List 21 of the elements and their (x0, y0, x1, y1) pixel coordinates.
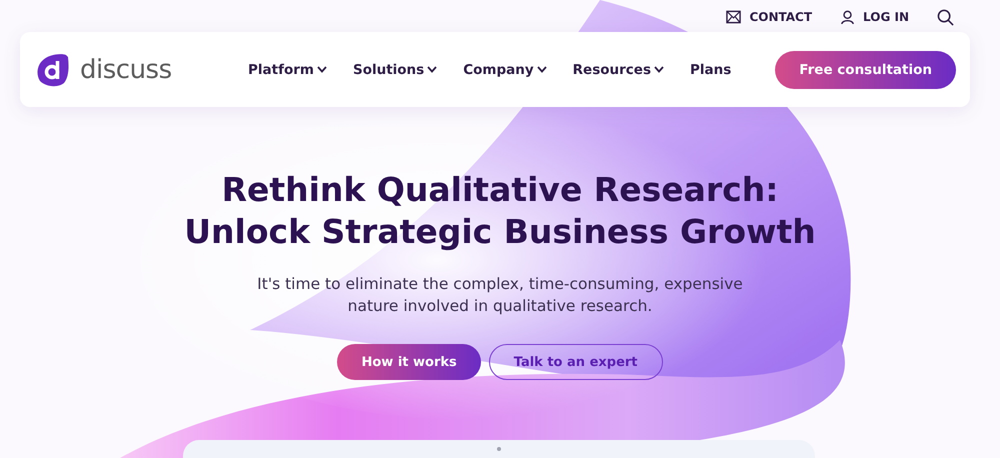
chevron-down-icon (536, 66, 547, 73)
mail-icon (726, 10, 742, 24)
chevron-down-icon (316, 66, 327, 73)
utility-link[interactable]: CONTACT (726, 10, 812, 24)
nav-link[interactable]: Resources (572, 62, 664, 78)
dot-icon (497, 447, 501, 451)
hero-heading: Rethink Qualitative Research: Unlock Strategic Business Growth (183, 169, 817, 253)
chevron-down-icon (427, 66, 438, 73)
nav-link[interactable]: Plans (690, 62, 732, 78)
nav-link[interactable]: Company (463, 62, 547, 78)
nav-link[interactable]: Solutions (352, 62, 438, 78)
primary-button[interactable]: How it works (337, 344, 481, 380)
search-icon[interactable] (937, 8, 954, 26)
chevron-down-icon (654, 66, 664, 73)
free-consultation-button[interactable]: Free consultation (775, 50, 956, 88)
utility-link[interactable]: LOG IN (840, 10, 909, 24)
secondary-button[interactable]: Talk to an expert (488, 344, 663, 380)
logo-text: discuss (80, 54, 172, 84)
hero-subtitle: It's time to eliminate the complex, time-consuming, expensive nature involved in qualitative research. (256, 274, 744, 317)
user-icon (840, 10, 856, 24)
nav-link[interactable]: Platform (248, 62, 327, 78)
